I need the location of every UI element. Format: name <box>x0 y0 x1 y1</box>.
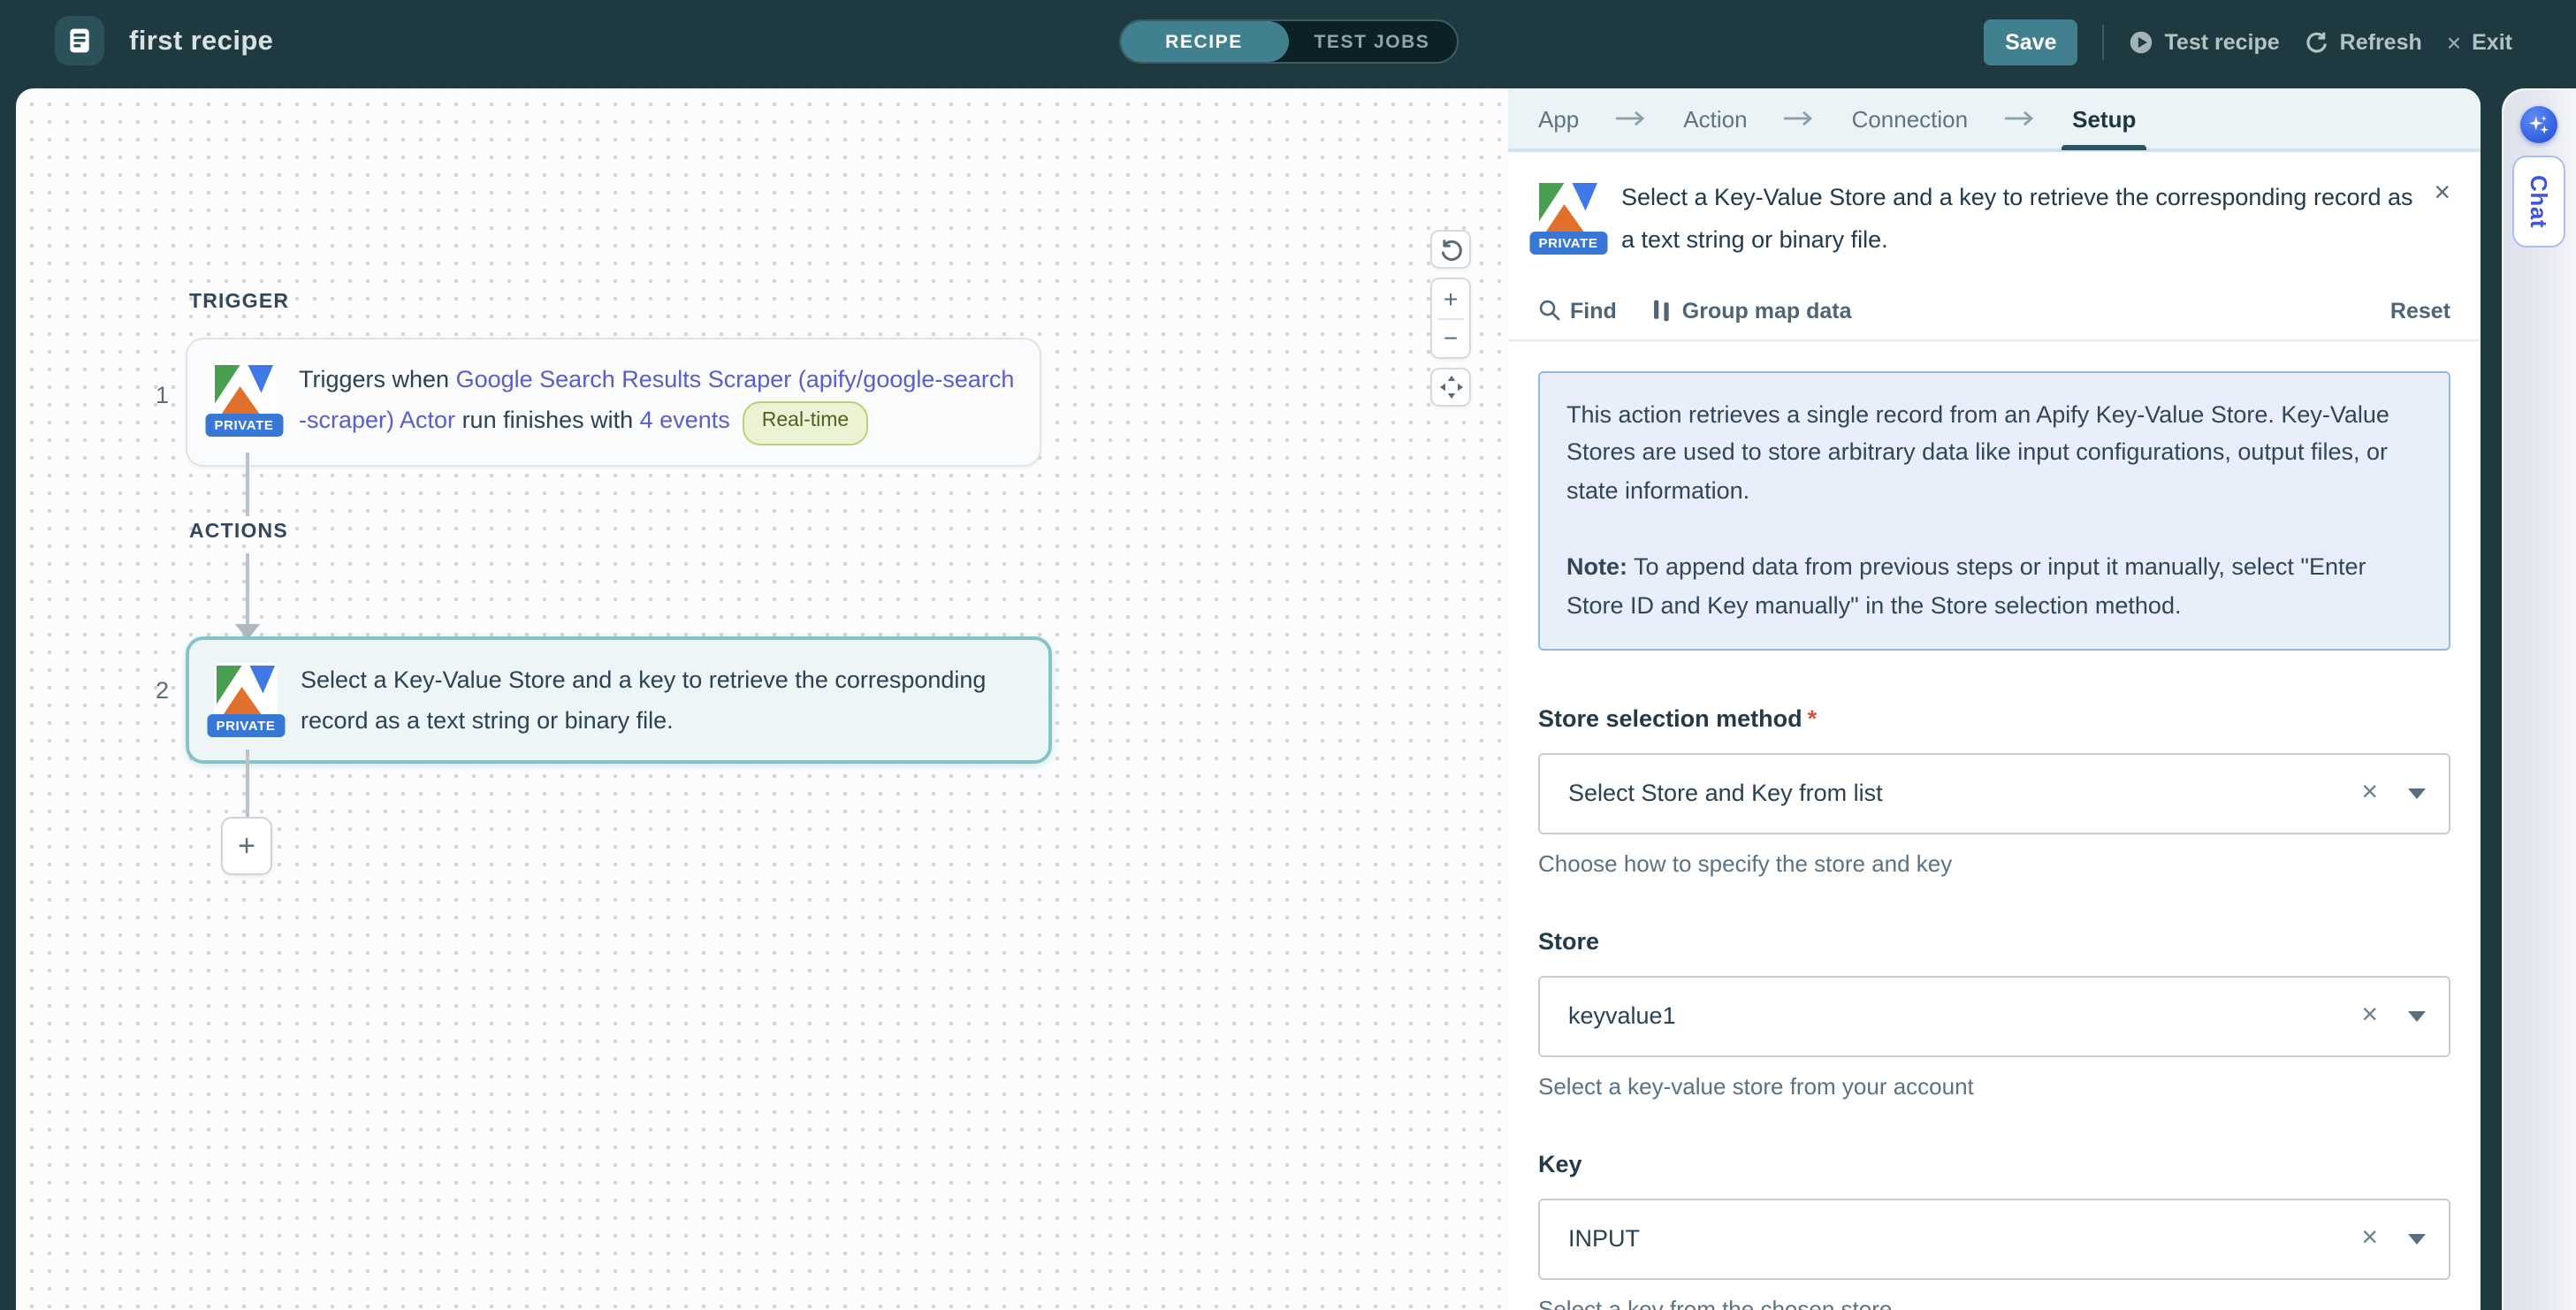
close-panel-icon[interactable]: × <box>2434 180 2450 209</box>
info-paragraph: This action retrieves a single record fr… <box>1566 395 2422 511</box>
save-button[interactable]: Save <box>1984 19 2077 65</box>
panel-body: This action retrieves a single record fr… <box>1508 340 2481 1310</box>
chat-rail: Chat <box>2502 88 2576 1310</box>
realtime-badge: Real-time <box>743 401 868 446</box>
connector-line <box>246 750 248 817</box>
group-bars-icon <box>1652 299 1673 322</box>
tab-action[interactable]: Action <box>1683 88 1747 150</box>
refresh-icon <box>2305 29 2329 54</box>
find-button[interactable]: Find <box>1538 298 1617 323</box>
store-selection-method-select[interactable]: Select Store and Key from list × <box>1538 753 2450 834</box>
info-note: Note: To append data from previous steps… <box>1566 548 2422 625</box>
select-value: keyvalue1 <box>1568 1003 2345 1030</box>
search-icon <box>1538 299 1561 322</box>
step-2-number: 2 <box>156 677 169 704</box>
apify-logo: PRIVATE <box>212 362 276 426</box>
panel-toolbar: Find Group map data Reset <box>1508 282 2481 340</box>
field-label: Store selection method* <box>1538 705 2450 732</box>
field-label: Store <box>1538 928 2450 955</box>
tab-app[interactable]: App <box>1538 88 1579 150</box>
action-step-text: Select a Key-Value Store and a key to re… <box>301 659 1024 742</box>
chat-label: Chat <box>2526 175 2552 228</box>
apify-logo: PRIVATE <box>214 663 278 727</box>
field-helper: Select a key-value store from your accou… <box>1538 1073 2450 1100</box>
tab-setup[interactable]: Setup <box>2072 88 2136 150</box>
reset-button[interactable]: Reset <box>2390 298 2450 323</box>
recipe-icon[interactable] <box>55 16 104 65</box>
arrow-right-icon <box>1783 110 1817 127</box>
sparkles-icon <box>2527 113 2550 136</box>
required-asterisk: * <box>1808 705 1818 732</box>
store-select[interactable]: keyvalue1 × <box>1538 976 2450 1057</box>
topbar: first recipe RECIPE TEST JOBS Save Test … <box>0 0 2576 83</box>
trigger-step-text: Triggers when Google Search Results Scra… <box>299 359 1015 446</box>
zoom-controls: + − <box>1430 278 1471 359</box>
page-title: first recipe <box>129 0 273 83</box>
test-recipe-button[interactable]: Test recipe <box>2130 29 2280 54</box>
key-select[interactable]: INPUT × <box>1538 1199 2450 1280</box>
refresh-button[interactable]: Refresh <box>2305 29 2422 54</box>
connector-line <box>246 553 248 626</box>
events-link[interactable]: 4 events <box>640 407 730 433</box>
zoom-in-button[interactable]: + <box>1432 279 1469 317</box>
chevron-down-icon[interactable] <box>2408 788 2426 799</box>
connector-line <box>246 453 248 516</box>
apify-logo: PRIVATE <box>1536 180 1600 244</box>
clear-icon[interactable]: × <box>2345 778 2394 810</box>
fit-view-icon <box>1438 375 1463 400</box>
field-helper: Choose how to specify the store and key <box>1538 850 2450 877</box>
private-badge: PRIVATE <box>206 414 283 437</box>
document-list-icon <box>65 27 94 55</box>
field-store-selection-method: Store selection method* Select Store and… <box>1538 705 2450 877</box>
chat-toggle-button[interactable]: Chat <box>2512 156 2565 248</box>
step-config-panel: App Action Connection Setup <box>1508 88 2481 1310</box>
reset-view-icon <box>1437 236 1464 263</box>
select-value: Select Store and Key from list <box>1568 781 2345 807</box>
tab-test-jobs[interactable]: TEST JOBS <box>1288 21 1456 62</box>
info-box: This action retrieves a single record fr… <box>1538 370 2450 651</box>
action-step-card-selected[interactable]: PRIVATE Select a Key-Value Store and a k… <box>186 636 1052 765</box>
topbar-actions: Save Test recipe Refresh × Exit <box>1984 0 2512 83</box>
mode-toggle: RECIPE TEST JOBS <box>1118 19 1458 64</box>
config-breadcrumb: App Action Connection Setup <box>1508 88 2481 152</box>
close-icon: × <box>2447 27 2461 56</box>
tab-connection[interactable]: Connection <box>1852 88 1969 150</box>
add-step-button[interactable]: + <box>221 817 272 875</box>
play-circle-icon <box>2130 29 2154 54</box>
select-value: INPUT <box>1568 1226 2345 1253</box>
fit-view-button[interactable] <box>1430 368 1471 407</box>
divider <box>2103 24 2105 59</box>
actions-section-label: ACTIONS <box>189 522 288 543</box>
trigger-section-label: TRIGGER <box>189 292 289 313</box>
tab-recipe[interactable]: RECIPE <box>1120 21 1288 62</box>
arrow-right-icon <box>2003 110 2037 127</box>
group-map-data-button[interactable]: Group map data <box>1652 298 1852 323</box>
field-key: Key INPUT × Select a key from the chosen… <box>1538 1151 2450 1310</box>
field-helper: Select a key from the chosen store <box>1538 1296 2450 1310</box>
clear-icon[interactable]: × <box>2345 1001 2394 1032</box>
panel-title: Select a Key-Value Store and a key to re… <box>1621 177 2420 263</box>
clear-icon[interactable]: × <box>2345 1223 2394 1255</box>
chevron-down-icon[interactable] <box>2408 1234 2426 1245</box>
zoom-out-button[interactable]: − <box>1432 319 1469 357</box>
arrow-right-icon <box>1614 110 1648 127</box>
private-badge: PRIVATE <box>1530 232 1607 255</box>
exit-button[interactable]: × Exit <box>2447 27 2512 56</box>
field-store: Store keyvalue1 × Select a key-value sto… <box>1538 928 2450 1100</box>
private-badge: PRIVATE <box>208 714 285 737</box>
reset-view-button[interactable] <box>1430 230 1471 269</box>
recipe-builder-app: first recipe RECIPE TEST JOBS Save Test … <box>0 0 2576 1310</box>
step-1-number: 1 <box>156 382 169 408</box>
panel-title-row: PRIVATE Select a Key-Value Store and a k… <box>1508 152 2481 282</box>
ai-assistant-button[interactable] <box>2520 106 2557 143</box>
field-label: Key <box>1538 1151 2450 1177</box>
trigger-step-card[interactable]: PRIVATE Triggers when Google Search Resu… <box>186 338 1041 467</box>
chevron-down-icon[interactable] <box>2408 1011 2426 1022</box>
